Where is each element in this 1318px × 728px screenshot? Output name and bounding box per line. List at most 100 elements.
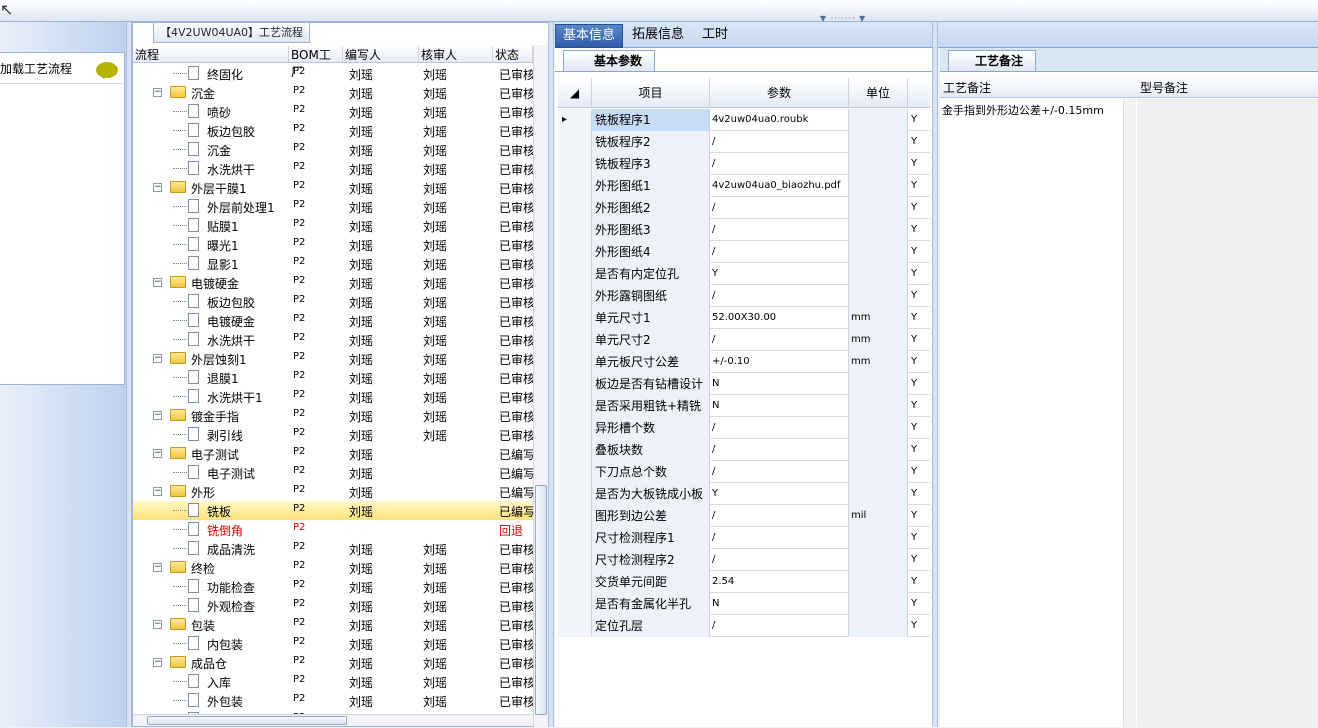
row-pointer-icon[interactable]: ▸ <box>558 109 592 131</box>
param-row[interactable]: 是否有内定位孔 Y Y <box>558 263 930 285</box>
tree-row[interactable]: 功能检查 P2 刘瑶 刘瑶 已审核 <box>133 577 533 596</box>
tree-row[interactable]: 显影1 P2 刘瑶 刘瑶 已审核 <box>133 254 533 273</box>
param-row[interactable]: 异形槽个数 / Y <box>558 417 930 439</box>
collapse-toggle-icon[interactable]: − <box>153 411 162 420</box>
param-row[interactable]: 单元尺寸2/mm Y <box>558 329 930 351</box>
col-header-reviewer[interactable]: 核审人 <box>419 46 493 62</box>
row-indicator[interactable] <box>558 483 592 505</box>
param-row[interactable]: 叠板块数 / Y <box>558 439 930 461</box>
row-indicator[interactable] <box>558 571 592 593</box>
col-header-status[interactable]: 状态 <box>493 46 533 62</box>
param-value[interactable]: +/-0.10 <box>710 351 849 373</box>
row-indicator[interactable] <box>558 615 592 637</box>
tree-row[interactable]: 铣倒角 P2 回退 <box>133 520 533 539</box>
param-row[interactable]: 下刀点总个数 / Y <box>558 461 930 483</box>
tree-scroll-thumb[interactable] <box>535 485 547 715</box>
row-indicator[interactable] <box>558 461 592 483</box>
row-indicator[interactable] <box>558 175 592 197</box>
notes-header-model[interactable]: 型号备注 <box>1140 79 1188 96</box>
tree-row[interactable]: 板边包胶 P2 刘瑶 刘瑶 已审核 <box>133 292 533 311</box>
tree-row[interactable]: 铣板 P2 刘瑶 已编写 <box>133 501 533 520</box>
tree-row[interactable]: 外观检查 P2 刘瑶 刘瑶 已审核 <box>133 596 533 615</box>
tree-horizontal-scrollbar[interactable] <box>133 714 533 726</box>
param-value[interactable]: / <box>710 329 849 351</box>
row-indicator[interactable] <box>558 395 592 417</box>
collapse-toggle-icon[interactable]: − <box>153 278 162 287</box>
collapse-toggle-icon[interactable]: − <box>153 354 162 363</box>
row-indicator[interactable] <box>558 285 592 307</box>
tree-row[interactable]: 电子测试 P2 刘瑶 已编写 <box>133 463 533 482</box>
tree-row[interactable]: 入库 P2 刘瑶 刘瑶 已审核 <box>133 672 533 691</box>
tree-row[interactable]: 外包装 P2 刘瑶 刘瑶 已审核 <box>133 691 533 710</box>
param-value[interactable]: N <box>710 373 849 395</box>
tree-row[interactable]: 内包装 P2 刘瑶 刘瑶 已审核 <box>133 634 533 653</box>
param-row[interactable]: 是否为大板铣成小板 Y Y <box>558 483 930 505</box>
row-indicator[interactable] <box>558 197 592 219</box>
tab-basic-params[interactable]: 基本参数 <box>563 50 656 72</box>
param-row[interactable]: 铣板程序2/ Y <box>558 131 930 153</box>
param-value[interactable]: / <box>710 527 849 549</box>
tree-row[interactable]: 喷砂 P2 刘瑶 刘瑶 已审核 <box>133 102 533 121</box>
tree-row[interactable]: − 镀金手指 P2 刘瑶 刘瑶 已审核 <box>133 406 533 425</box>
row-indicator[interactable] <box>558 351 592 373</box>
row-indicator[interactable] <box>558 439 592 461</box>
tree-row[interactable]: 沉金 P2 刘瑶 刘瑶 已审核 <box>133 140 533 159</box>
param-row[interactable]: 外形图纸2/ Y <box>558 197 930 219</box>
param-value[interactable]: Y <box>710 483 849 505</box>
row-indicator[interactable] <box>558 241 592 263</box>
right-splitter[interactable] <box>932 22 938 727</box>
row-indicator[interactable] <box>558 153 592 175</box>
notes-scrollbar[interactable] <box>1123 99 1136 727</box>
row-indicator[interactable] <box>558 549 592 571</box>
param-row[interactable]: 是否采用粗铣+精铣 N Y <box>558 395 930 417</box>
col-header-bom[interactable]: BOM工厂 <box>289 46 343 79</box>
tree-row[interactable]: − 电镀硬金 P2 刘瑶 刘瑶 已审核 <box>133 273 533 292</box>
param-value[interactable]: / <box>710 219 849 241</box>
tree-row[interactable]: − 外层干膜1 P2 刘瑶 刘瑶 已审核 <box>133 178 533 197</box>
param-value[interactable]: N <box>710 395 849 417</box>
row-indicator[interactable] <box>558 307 592 329</box>
param-value[interactable]: / <box>710 131 849 153</box>
param-row[interactable]: 外形图纸4/ Y <box>558 241 930 263</box>
param-row[interactable]: 尺寸检测程序1/ Y <box>558 527 930 549</box>
tab-basic-info[interactable]: 基本信息 <box>555 24 624 48</box>
collapse-toggle-icon[interactable]: − <box>153 183 162 192</box>
param-row[interactable]: 交货单元间距 2.54 Y <box>558 571 930 593</box>
grid-header-value[interactable]: 参数 <box>710 78 849 108</box>
collapse-toggle-icon[interactable]: − <box>153 449 162 458</box>
param-value[interactable]: 52.00X30.00 <box>710 307 849 329</box>
tree-row[interactable]: 水洗烘干1 P2 刘瑶 刘瑶 已审核 <box>133 387 533 406</box>
collapse-toggle-icon[interactable]: − <box>153 620 162 629</box>
row-indicator[interactable] <box>558 263 592 285</box>
notes-header-process[interactable]: 工艺备注 <box>943 79 991 96</box>
param-value[interactable]: 4v2uw04ua0_biaozhu.pdf <box>710 175 849 197</box>
tree-row[interactable]: − 电子测试 P2 刘瑶 已编写 <box>133 444 533 463</box>
process-tree-title-tab[interactable]: 【4V2UW04UA0】工艺流程 <box>153 23 311 43</box>
tree-row[interactable]: 终固化 P2 刘瑶 刘瑶 已审核 <box>133 64 533 83</box>
tree-row[interactable]: − 包装 P2 刘瑶 刘瑶 已审核 <box>133 615 533 634</box>
tree-row[interactable]: − 外层蚀刻1 P2 刘瑶 刘瑶 已审核 <box>133 349 533 368</box>
row-indicator[interactable] <box>558 329 592 351</box>
tree-row[interactable]: 水洗烘干 P2 刘瑶 刘瑶 已审核 <box>133 330 533 349</box>
tree-row[interactable]: 退膜1 P2 刘瑶 刘瑶 已审核 <box>133 368 533 387</box>
process-notes-cell[interactable]: 金手指到外形边公差+/-0.15mm <box>940 99 1136 727</box>
row-indicator[interactable] <box>558 527 592 549</box>
collapse-toggle-icon[interactable]: − <box>153 88 162 97</box>
grid-header-item[interactable]: 项目 <box>592 78 710 108</box>
param-value[interactable]: / <box>710 153 849 175</box>
param-row[interactable]: 定位孔层 / Y <box>558 615 930 637</box>
grid-header-unit[interactable]: 单位 <box>849 78 908 108</box>
tree-row[interactable]: 外层前处理1 P2 刘瑶 刘瑶 已审核 <box>133 197 533 216</box>
tree-row[interactable]: 曝光1 P2 刘瑶 刘瑶 已审核 <box>133 235 533 254</box>
process-note-text[interactable]: 金手指到外形边公差+/-0.15mm <box>942 102 1104 118</box>
tree-hscroll-thumb[interactable] <box>147 716 347 725</box>
collapse-toggle-icon[interactable]: − <box>153 563 162 572</box>
param-row[interactable]: 尺寸检测程序2/ Y <box>558 549 930 571</box>
param-row[interactable]: 铣板程序3/ Y <box>558 153 930 175</box>
param-row[interactable]: 板边是否有钻槽设计 N Y <box>558 373 930 395</box>
param-row[interactable]: 单元尺寸1 52.00X30.00 mm Y <box>558 307 930 329</box>
tree-row[interactable]: 水洗烘干 P2 刘瑶 刘瑶 已审核 <box>133 159 533 178</box>
col-header-writer[interactable]: 编写人 <box>343 46 419 62</box>
param-row[interactable]: 外形图纸1 4v2uw04ua0_biaozhu.pdf Y <box>558 175 930 197</box>
param-value[interactable]: 2.54 <box>710 571 849 593</box>
